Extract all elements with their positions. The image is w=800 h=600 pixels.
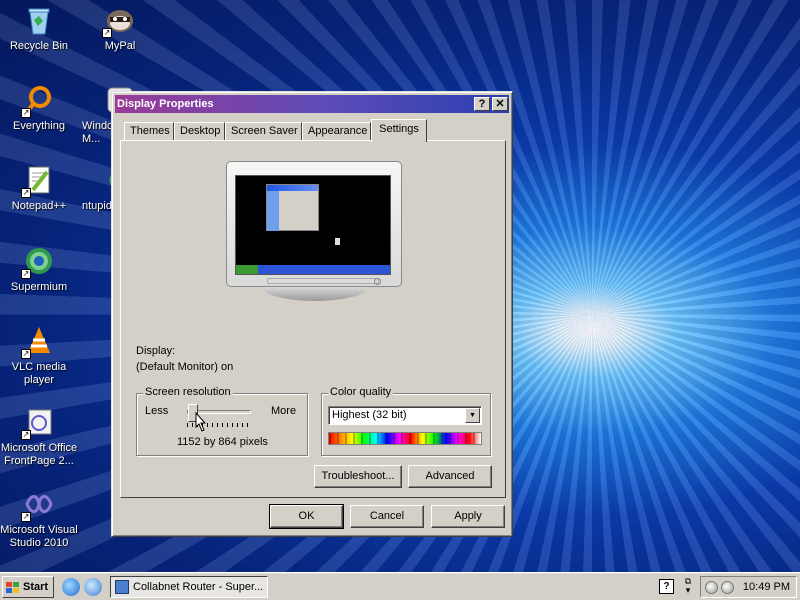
taskbar: Start Collabnet Router - Super... ? ⧉ ▾ 1…	[0, 572, 800, 600]
desktop-icon-vlc[interactable]: ↗ VLC media player	[0, 325, 81, 387]
advanced-button[interactable]: Advanced	[408, 465, 492, 488]
settings-panel: Display: (Default Monitor) on Screen res…	[120, 140, 506, 498]
help-tray-icon[interactable]: ?	[659, 579, 674, 594]
desktop-icon-label: Everything	[13, 120, 65, 132]
shortcut-arrow-icon: ↗	[21, 188, 31, 198]
monitor-stand	[262, 287, 368, 301]
desktop-icon-label: Microsoft Visual Studio 2010	[0, 524, 78, 549]
color-quality-group: Color quality Highest (32 bit) ▼	[321, 386, 491, 456]
internet-explorer-icon[interactable]	[62, 578, 80, 596]
vlc-icon: ↗	[21, 325, 55, 359]
dialog-titlebar[interactable]: Display Properties ? ✕	[115, 95, 509, 113]
shortcut-arrow-icon: ↗	[21, 349, 31, 359]
shortcut-arrow-icon: ↗	[21, 512, 31, 522]
desktop-icon-label: MyPal	[104, 40, 136, 52]
frontpage-icon: ↗	[21, 406, 55, 440]
screen-resolution-group: Screen resolution Less More 1152 by 864 …	[136, 386, 308, 456]
display-label: Display:	[136, 345, 176, 357]
tab-screen-saver[interactable]: Screen Saver	[225, 122, 302, 141]
resolution-value: 1152 by 864 pixels	[177, 436, 268, 448]
desktop-icon-recycle-bin[interactable]: Recycle Bin	[0, 4, 81, 53]
display-properties-dialog: Display Properties ? ✕ Themes Desktop Sc…	[111, 91, 513, 537]
desktop-icon-label: Microsoft Office FrontPage 2...	[0, 442, 78, 467]
shortcut-arrow-icon: ↗	[21, 269, 31, 279]
cancel-button[interactable]: Cancel	[350, 505, 424, 528]
dialog-title: Display Properties	[117, 98, 214, 110]
desktop-icon-visual-studio[interactable]: ↗ Microsoft Visual Studio 2010	[0, 488, 81, 550]
close-button[interactable]: ✕	[492, 97, 508, 111]
monitor-bezel-slot	[267, 278, 379, 284]
color-spectrum-bar	[328, 432, 482, 445]
monitor-screen-preview	[235, 175, 391, 275]
mini-dialog-preview	[266, 184, 319, 231]
shortcut-arrow-icon: ↗	[102, 28, 112, 38]
volume-tray-icon[interactable]	[721, 581, 734, 594]
chevron-down-icon[interactable]: ▼	[465, 408, 480, 423]
desktop-icon-everything[interactable]: ↗ Everything	[0, 84, 81, 133]
desktop-icon-supermium[interactable]: ↗ Supermium	[0, 245, 81, 294]
window-switch-icon[interactable]: ⧉ ▾	[682, 577, 694, 595]
tab-desktop[interactable]: Desktop	[174, 122, 225, 141]
windows-logo-icon	[6, 581, 20, 593]
color-quality-select[interactable]: Highest (32 bit) ▼	[328, 406, 482, 425]
color-quality-selected: Highest (32 bit)	[332, 409, 407, 421]
desktop-icon-mypal[interactable]: ↗ MyPal	[78, 4, 162, 53]
tab-settings[interactable]: Settings	[371, 119, 427, 142]
tab-themes[interactable]: Themes	[124, 122, 174, 141]
slider-more-label: More	[271, 405, 297, 417]
desktop-icon-notepadpp[interactable]: ↗ Notepad++	[0, 164, 81, 213]
start-label: Start	[23, 581, 49, 593]
taskbar-button-collabnet[interactable]: Collabnet Router - Super...	[110, 576, 268, 598]
supermium-icon: ↗	[21, 245, 55, 279]
desktop-icon-label: VLC media player	[11, 361, 67, 386]
mini-cursor-preview	[335, 238, 340, 245]
shortcut-arrow-icon: ↗	[21, 108, 31, 118]
color-quality-label: Color quality	[328, 386, 394, 398]
ok-button[interactable]: OK	[269, 504, 344, 529]
desktop-icon-label: Supermium	[10, 281, 68, 293]
window-app-icon	[115, 580, 129, 594]
tab-appearance[interactable]: Appearance	[302, 122, 371, 141]
start-button[interactable]: Start	[2, 576, 54, 598]
system-tray: 10:49 PM	[700, 576, 797, 598]
network-tray-icon[interactable]	[705, 581, 718, 594]
mypal-icon: ↗	[102, 4, 136, 38]
desktop-icon-label: Recycle Bin	[9, 40, 69, 52]
mini-taskbar-preview	[236, 265, 390, 274]
clock[interactable]: 10:49 PM	[743, 577, 790, 597]
slider-less-label: Less	[145, 405, 169, 417]
display-value: (Default Monitor) on	[136, 361, 234, 373]
desktop-icon-frontpage[interactable]: ↗ Microsoft Office FrontPage 2...	[0, 406, 81, 468]
visual-studio-icon: ↗	[21, 488, 55, 522]
troubleshoot-button[interactable]: Troubleshoot...	[314, 465, 402, 488]
shortcut-arrow-icon: ↗	[21, 430, 31, 440]
apply-button[interactable]: Apply	[431, 505, 505, 528]
monitor-power-button	[374, 278, 381, 285]
monitor-preview	[226, 161, 402, 287]
mouse-cursor-icon	[192, 411, 207, 432]
help-button[interactable]: ?	[474, 97, 490, 111]
everything-icon: ↗	[21, 84, 55, 118]
taskbar-button-label: Collabnet Router - Super...	[133, 581, 264, 593]
screen-resolution-label: Screen resolution	[143, 386, 233, 398]
browser-quicklaunch-icon[interactable]	[84, 578, 102, 596]
mini-start-preview	[236, 265, 258, 274]
desktop-icon-label: Notepad++	[11, 200, 67, 212]
recycle-bin-icon	[23, 4, 55, 36]
notepad-plus-plus-icon: ↗	[21, 164, 55, 198]
